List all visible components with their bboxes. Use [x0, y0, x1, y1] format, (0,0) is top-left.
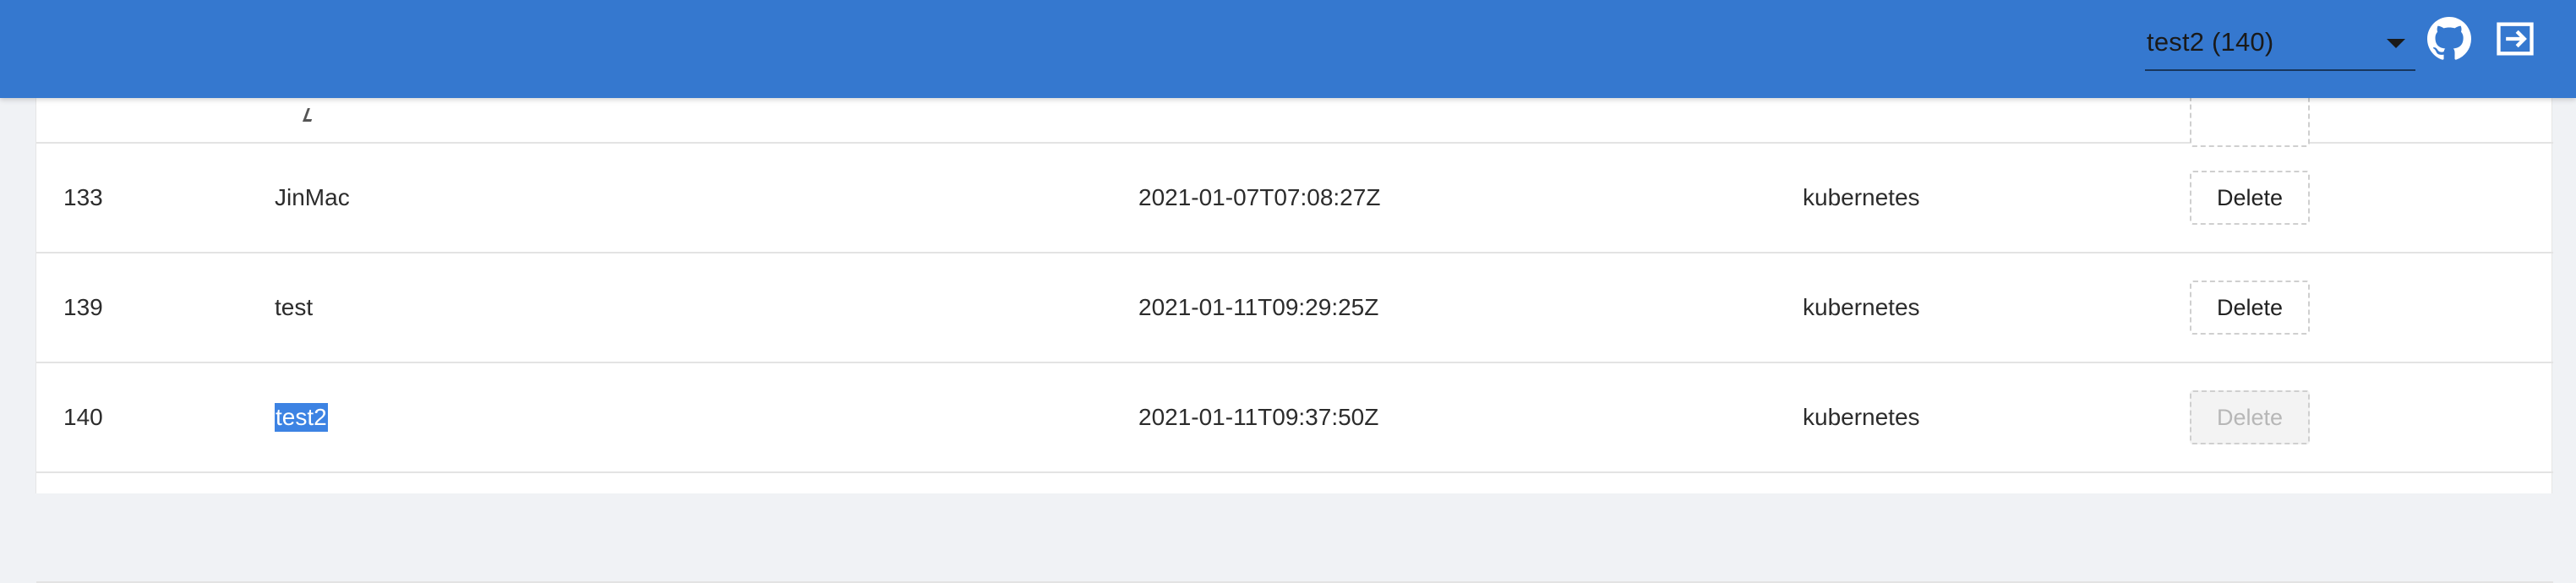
table-row: 139 test 2021-01-11T09:29:25Z kubernetes…	[36, 253, 2553, 363]
partial-text-fragment	[303, 108, 316, 122]
cell-id: 139	[63, 294, 103, 320]
cell-type: kubernetes	[1803, 404, 1920, 430]
table-row: 133 JinMac 2021-01-07T07:08:27Z kubernet…	[36, 144, 2553, 253]
cell-type: kubernetes	[1803, 294, 1920, 320]
table-row-partial-bottom	[36, 473, 2553, 583]
project-select[interactable]: test2 (140)	[2145, 20, 2415, 71]
cell-id: 140	[63, 404, 103, 430]
delete-button[interactable]: Delete	[2190, 281, 2310, 335]
top-app-bar: test2 (140)	[0, 0, 2576, 98]
cell-name: JinMac	[275, 184, 350, 210]
table-row: 140 test2 2021-01-11T09:37:50Z kubernete…	[36, 363, 2553, 473]
project-select-value: test2 (140)	[2147, 27, 2274, 57]
chevron-down-icon	[2387, 39, 2405, 48]
delete-button-partial[interactable]	[2190, 93, 2310, 147]
selected-text: test2	[275, 403, 328, 432]
cell-name: test2	[275, 363, 328, 471]
cell-created-time: 2021-01-11T09:29:25Z	[1138, 294, 1379, 320]
cell-created-time: 2021-01-07T07:08:27Z	[1138, 184, 1381, 210]
cell-created-time: 2021-01-11T09:37:50Z	[1138, 404, 1379, 430]
cell-name: test	[275, 294, 314, 320]
delete-button-disabled[interactable]: Delete	[2190, 390, 2310, 444]
cell-type: kubernetes	[1803, 184, 1920, 210]
github-icon[interactable]	[2427, 17, 2471, 61]
cell-id: 133	[63, 184, 103, 210]
delete-button[interactable]: Delete	[2190, 171, 2310, 225]
exit-icon[interactable]	[2493, 17, 2537, 61]
